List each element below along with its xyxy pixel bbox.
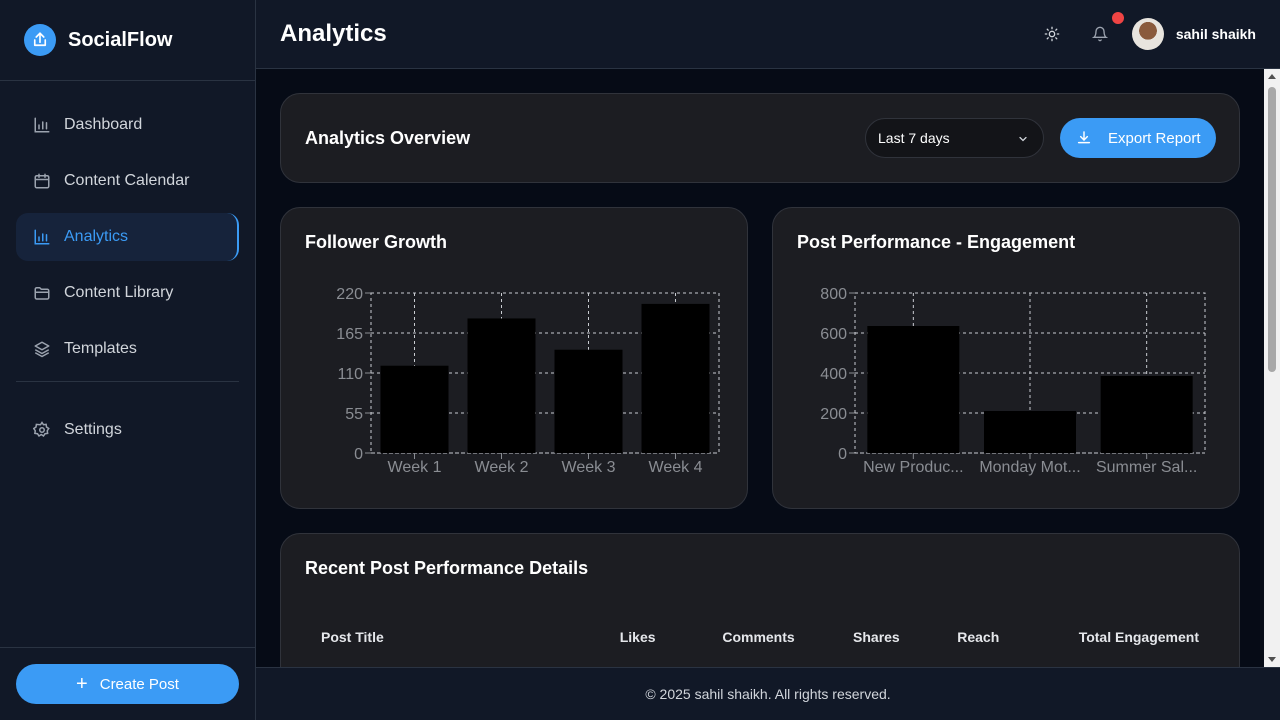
bar [984,411,1076,453]
y-tick-label: 400 [820,366,847,383]
calendar-icon [32,171,52,191]
follower-growth-card: Follower Growth 0 55 110 165 220 Week 1 Week 2… [280,207,748,509]
column-header[interactable]: Total Engagement [1040,623,1215,667]
page-footer: © 2025 sahil shaikh. All rights reserved… [256,667,1280,720]
y-tick-label: 0 [838,446,847,463]
export-report-label: Export Report [1108,129,1201,147]
column-header[interactable]: Likes [595,623,681,667]
export-report-button[interactable]: Export Report [1060,118,1216,158]
recent-performance-card: Recent Post Performance Details Post Tit… [280,533,1240,667]
sidebar-item-settings[interactable]: Settings [16,406,239,454]
bar [554,349,623,453]
upload-icon [24,24,56,56]
y-tick-label: 110 [337,366,363,383]
charts-row: Follower Growth 0 55 110 165 220 Week 1 Week 2… [280,207,1264,509]
y-tick-label: 600 [820,326,847,343]
bar [467,318,536,453]
analytics-overview-card: Analytics Overview Last 7 days Export Re… [280,93,1240,183]
avatar[interactable] [1131,18,1164,50]
bell-icon[interactable] [1088,12,1124,46]
page-scrollbar[interactable] [1264,69,1280,667]
notification-badge [1111,12,1124,24]
bar [1100,376,1193,453]
engagement-chart: 0 200 400 600 800 New Produc... Monday Mot... S… [820,286,1206,476]
x-tick-label: Week 2 [475,459,529,476]
bar [867,326,960,453]
copyright-text: © 2025 sahil shaikh. All rights reserved… [645,686,891,702]
y-tick-label: 220 [336,286,363,303]
x-tick-label: Week 3 [562,459,616,476]
sidebar-item-label: Content Calendar [64,172,190,189]
brand[interactable]: SocialFlow [0,0,255,81]
sidebar-item-dashboard[interactable]: Dashboard [16,101,239,149]
download-icon [1076,130,1092,146]
sun-icon[interactable] [1040,22,1064,46]
sidebar-item-label: Settings [64,421,122,438]
column-header[interactable]: Shares [836,623,916,667]
bar [380,365,449,453]
layers-icon [32,339,52,359]
y-tick-label: 55 [345,406,363,423]
overview-title: Analytics Overview [305,127,471,148]
chevron-down-icon [1017,132,1029,148]
x-tick-label: New Produc... [863,459,963,476]
plus-icon: + [76,673,88,695]
sidebar-item-label: Templates [64,340,137,357]
x-tick-label: Week 1 [388,459,442,476]
engagement-title: Post Performance - Engagement [797,232,1076,252]
y-tick-label: 0 [354,446,363,463]
scrollbar-thumb[interactable] [1268,87,1276,372]
sidebar-item-templates[interactable]: Templates [16,325,239,373]
bar-chart-icon [32,115,52,135]
bar [641,303,710,453]
date-range-select[interactable]: Last 7 days [865,118,1044,158]
top-header: Analytics sahil shaikh [256,0,1280,69]
x-tick-label: Week 4 [649,459,703,476]
sidebar: SocialFlow Dashboard Content Calendar An… [0,0,256,720]
sidebar-item-content-library[interactable]: Content Library [16,269,239,317]
column-header[interactable]: Reach [916,623,1040,667]
main-content: Analytics Overview Last 7 days Export Re… [256,69,1264,667]
table-header: Post Title Likes Comments Shares Reach T… [305,623,1215,667]
folder-icon [32,283,52,303]
nav-divider [16,381,239,382]
y-tick-label: 800 [820,286,847,303]
sidebar-footer: + Create Post [0,647,255,720]
sidebar-item-label: Content Library [64,284,174,301]
create-post-button[interactable]: + Create Post [16,664,239,704]
page-title: Analytics [280,20,387,47]
sidebar-item-content-calendar[interactable]: Content Calendar [16,157,239,205]
y-tick-label: 200 [820,406,847,423]
date-range-value: Last 7 days [878,130,950,146]
user-name[interactable]: sahil shaikh [1176,26,1256,42]
column-header[interactable]: Post Title [305,623,595,667]
app-name: SocialFlow [68,28,173,51]
sidebar-item-analytics[interactable]: Analytics [16,213,239,261]
follower-growth-chart: 0 55 110 165 220 Week 1 Week 2 Week 3 Week 4 [336,286,720,476]
bar-chart-icon [32,227,52,247]
sidebar-item-label: Dashboard [64,116,143,133]
header-actions: sahil shaikh [1040,0,1256,68]
follower-growth-title: Follower Growth [305,232,447,252]
sidebar-nav: Dashboard Content Calendar Analytics Con… [0,81,255,454]
x-tick-label: Monday Mot... [979,459,1080,476]
column-header[interactable]: Comments [681,623,837,667]
create-post-label: Create Post [99,675,179,693]
gear-icon [32,420,52,440]
y-tick-label: 165 [336,326,363,343]
scroll-up-icon[interactable] [1268,74,1276,79]
engagement-card: Post Performance - Engagement 0 200 400 600… [772,207,1240,509]
scroll-down-icon[interactable] [1268,657,1276,662]
recent-performance-title: Recent Post Performance Details [305,558,589,578]
sidebar-item-label: Analytics [64,228,129,245]
x-tick-label: Summer Sal... [1096,459,1197,476]
